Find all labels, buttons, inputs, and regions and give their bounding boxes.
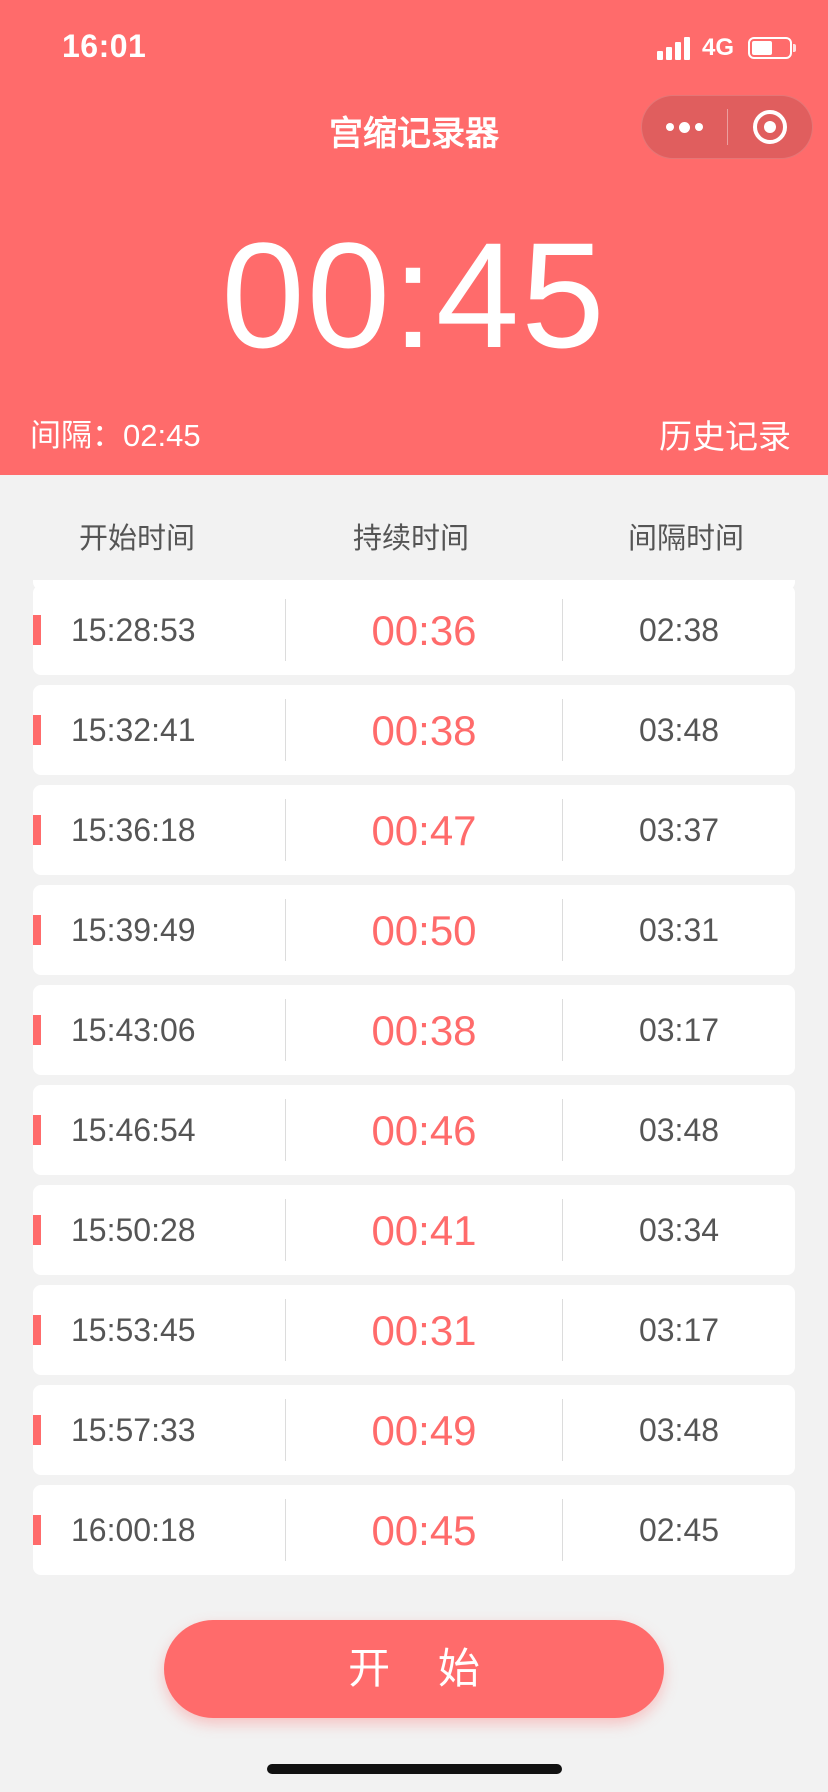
row-accent-bar [33, 615, 41, 645]
start-time-cell: 15:46:54 [71, 1112, 196, 1148]
interval-cell: 03:31 [638, 912, 720, 948]
row-accent-bar [33, 1415, 41, 1445]
status-indicators: 4G [656, 34, 796, 62]
table-row: 15:53:45 00:31 03:17 [33, 1285, 795, 1375]
duration-cell: 00:31 [371, 1307, 477, 1354]
start-time-cell: 15:57:33 [71, 1412, 196, 1448]
table-row: 15:50:28 00:41 03:34 [33, 1185, 795, 1275]
column-headers: 开始时间 持续时间 间隔时间 [0, 475, 828, 585]
table-row: 15:57:33 00:49 03:48 [33, 1385, 795, 1475]
interval-cell: 03:17 [638, 1312, 720, 1348]
interval-cell: 03:48 [638, 1412, 720, 1448]
column-header-duration: 持续时间 [352, 523, 469, 555]
interval-cell: 02:38 [638, 612, 720, 648]
network-label: 4G [701, 34, 734, 61]
table-row: 16:00:18 00:45 02:45 [33, 1485, 795, 1575]
row-accent-bar [33, 1115, 41, 1145]
start-time-cell: 15:43:06 [71, 1012, 196, 1048]
start-time-cell: 15:50:28 [71, 1212, 196, 1248]
contraction-list[interactable]: 15:28:53 00:36 02:38 15:32:41 00:38 03:48 15:3… [33, 585, 795, 1585]
more-dot-icon [695, 123, 703, 131]
start-button[interactable]: 开 始 [164, 1620, 664, 1718]
history-link[interactable]: 历史记录 [659, 410, 791, 458]
close-button[interactable] [728, 95, 812, 159]
duration-cell: 00:38 [371, 707, 477, 754]
start-time-cell: 16:00:18 [71, 1512, 196, 1548]
start-time-cell: 15:53:45 [71, 1312, 196, 1348]
duration-cell: 00:36 [371, 607, 477, 654]
row-accent-bar [33, 1215, 41, 1245]
interval-cell: 03:37 [638, 812, 720, 848]
more-button[interactable] [642, 95, 727, 159]
start-time-cell: 15:28:53 [71, 612, 196, 648]
row-accent-bar [33, 815, 41, 845]
table-row: 15:39:49 00:50 03:31 [33, 885, 795, 975]
row-accent-bar [33, 715, 41, 745]
header: 16:01 4G 宫缩记录器 00:45 间隔：02:45 历史记录 [0, 0, 828, 475]
home-indicator [267, 1764, 562, 1774]
battery-fill [752, 41, 772, 55]
duration-cell: 00:41 [371, 1207, 477, 1254]
battery-tip [793, 44, 796, 52]
battery-icon [748, 37, 796, 59]
interval-cell: 03:34 [638, 1212, 720, 1248]
interval-cell: 03:48 [638, 712, 720, 748]
start-time-cell: 15:39:49 [71, 912, 196, 948]
interval-cell: 03:48 [638, 1112, 720, 1148]
row-accent-bar [33, 1015, 41, 1045]
duration-cell: 00:38 [371, 1007, 477, 1054]
interval-cell: 03:17 [638, 1012, 720, 1048]
interval-cell: 02:45 [638, 1512, 720, 1548]
table-row: 15:46:54 00:46 03:48 [33, 1085, 795, 1175]
start-time-cell: 15:32:41 [71, 712, 196, 748]
duration-cell: 00:46 [371, 1107, 477, 1154]
duration-cell: 00:47 [371, 807, 477, 854]
table-row: 15:32:41 00:38 03:48 [33, 685, 795, 775]
table-row: 15:28:53 00:36 02:38 [33, 585, 795, 675]
column-header-start: 开始时间 [78, 523, 195, 555]
signal-icon [656, 36, 690, 60]
more-dot-icon [666, 123, 674, 131]
current-duration-timer: 00:45 [221, 211, 607, 379]
mini-program-capsule [641, 95, 813, 159]
interval-summary: 间隔：02:45 [30, 418, 201, 453]
column-header-interval: 间隔时间 [627, 523, 744, 555]
status-time: 16:01 [62, 28, 147, 64]
duration-cell: 00:49 [371, 1407, 477, 1454]
more-dot-icon [679, 121, 690, 133]
duration-cell: 00:45 [371, 1507, 477, 1554]
row-accent-bar [33, 1515, 41, 1545]
row-accent-bar [33, 1315, 41, 1345]
duration-cell: 00:50 [371, 907, 477, 954]
table-row: 15:36:18 00:47 03:37 [33, 785, 795, 875]
row-accent-bar [33, 915, 41, 945]
start-time-cell: 15:36:18 [71, 812, 196, 848]
target-icon [752, 110, 787, 144]
table-row: 15:43:06 00:38 03:17 [33, 985, 795, 1075]
